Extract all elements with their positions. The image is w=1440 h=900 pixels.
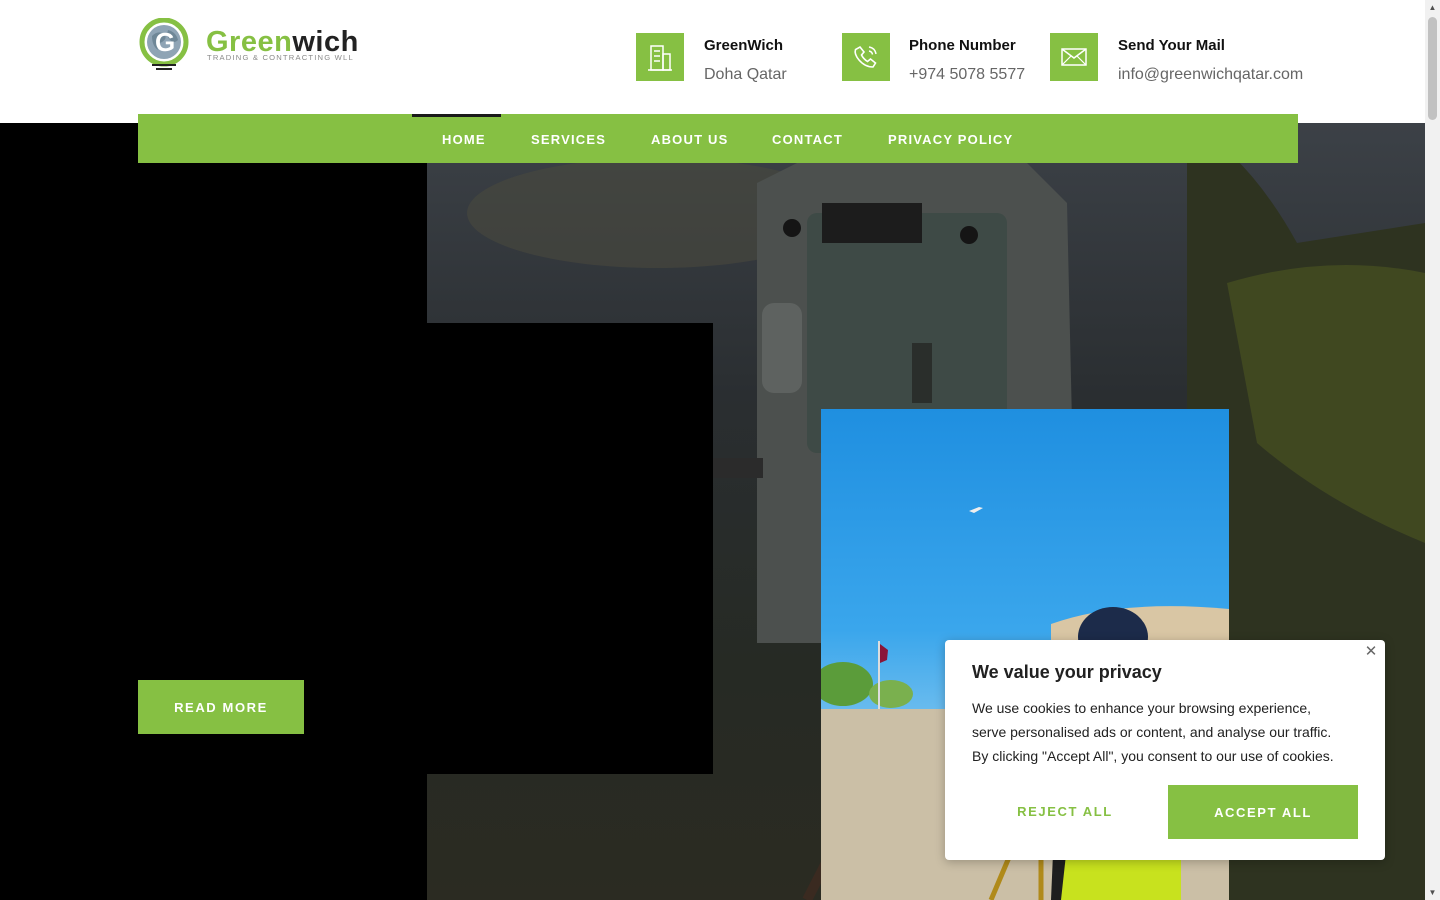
scroll-down-arrow-icon[interactable]: ▼ [1425,885,1440,900]
reject-all-button[interactable]: REJECT ALL [972,785,1158,837]
phone-value[interactable]: +974 5078 5577 [909,66,1025,84]
phone-title: Phone Number [909,37,1016,54]
nav-item-about-us[interactable]: ABOUT US [651,114,729,163]
nav-item-home[interactable]: HOME [442,114,486,163]
phone-icon [854,45,877,68]
brand-tagline: TRADING & CONTRACTING WLL [207,53,354,62]
mail-title: Send Your Mail [1118,37,1225,54]
hero-overlay-block [427,323,713,774]
mail-icon [1061,48,1087,66]
accept-all-button[interactable]: ACCEPT ALL [1168,785,1358,839]
cookie-description: We use cookies to enhance your browsing … [972,700,1334,764]
cookie-consent-dialog: ✕ We value your privacy We use cookies t… [945,640,1385,860]
scroll-up-arrow-icon[interactable]: ▲ [1425,0,1440,15]
mail-info-icon-box[interactable] [1050,33,1098,81]
page-scrollbar[interactable] [1425,0,1440,900]
phone-info-icon-box[interactable] [842,33,890,81]
globe-logo-icon: G [139,18,189,70]
read-more-button[interactable]: READ MORE [138,680,304,734]
nav-item-contact[interactable]: CONTACT [772,114,843,163]
location-info-icon-box [636,33,684,81]
location-title: GreenWich [704,37,784,54]
cookie-title: We value your privacy [972,662,1162,682]
location-value: Doha Qatar [704,66,787,83]
close-icon[interactable]: ✕ [1363,644,1379,660]
svg-text:G: G [155,27,175,57]
mail-value[interactable]: info@greenwichqatar.com [1118,66,1303,84]
building-icon [648,45,672,71]
scrollbar-thumb[interactable] [1428,17,1437,120]
nav-item-privacy-policy[interactable]: PRIVACY POLICY [888,114,1013,163]
nav-item-services[interactable]: SERVICES [531,114,606,163]
